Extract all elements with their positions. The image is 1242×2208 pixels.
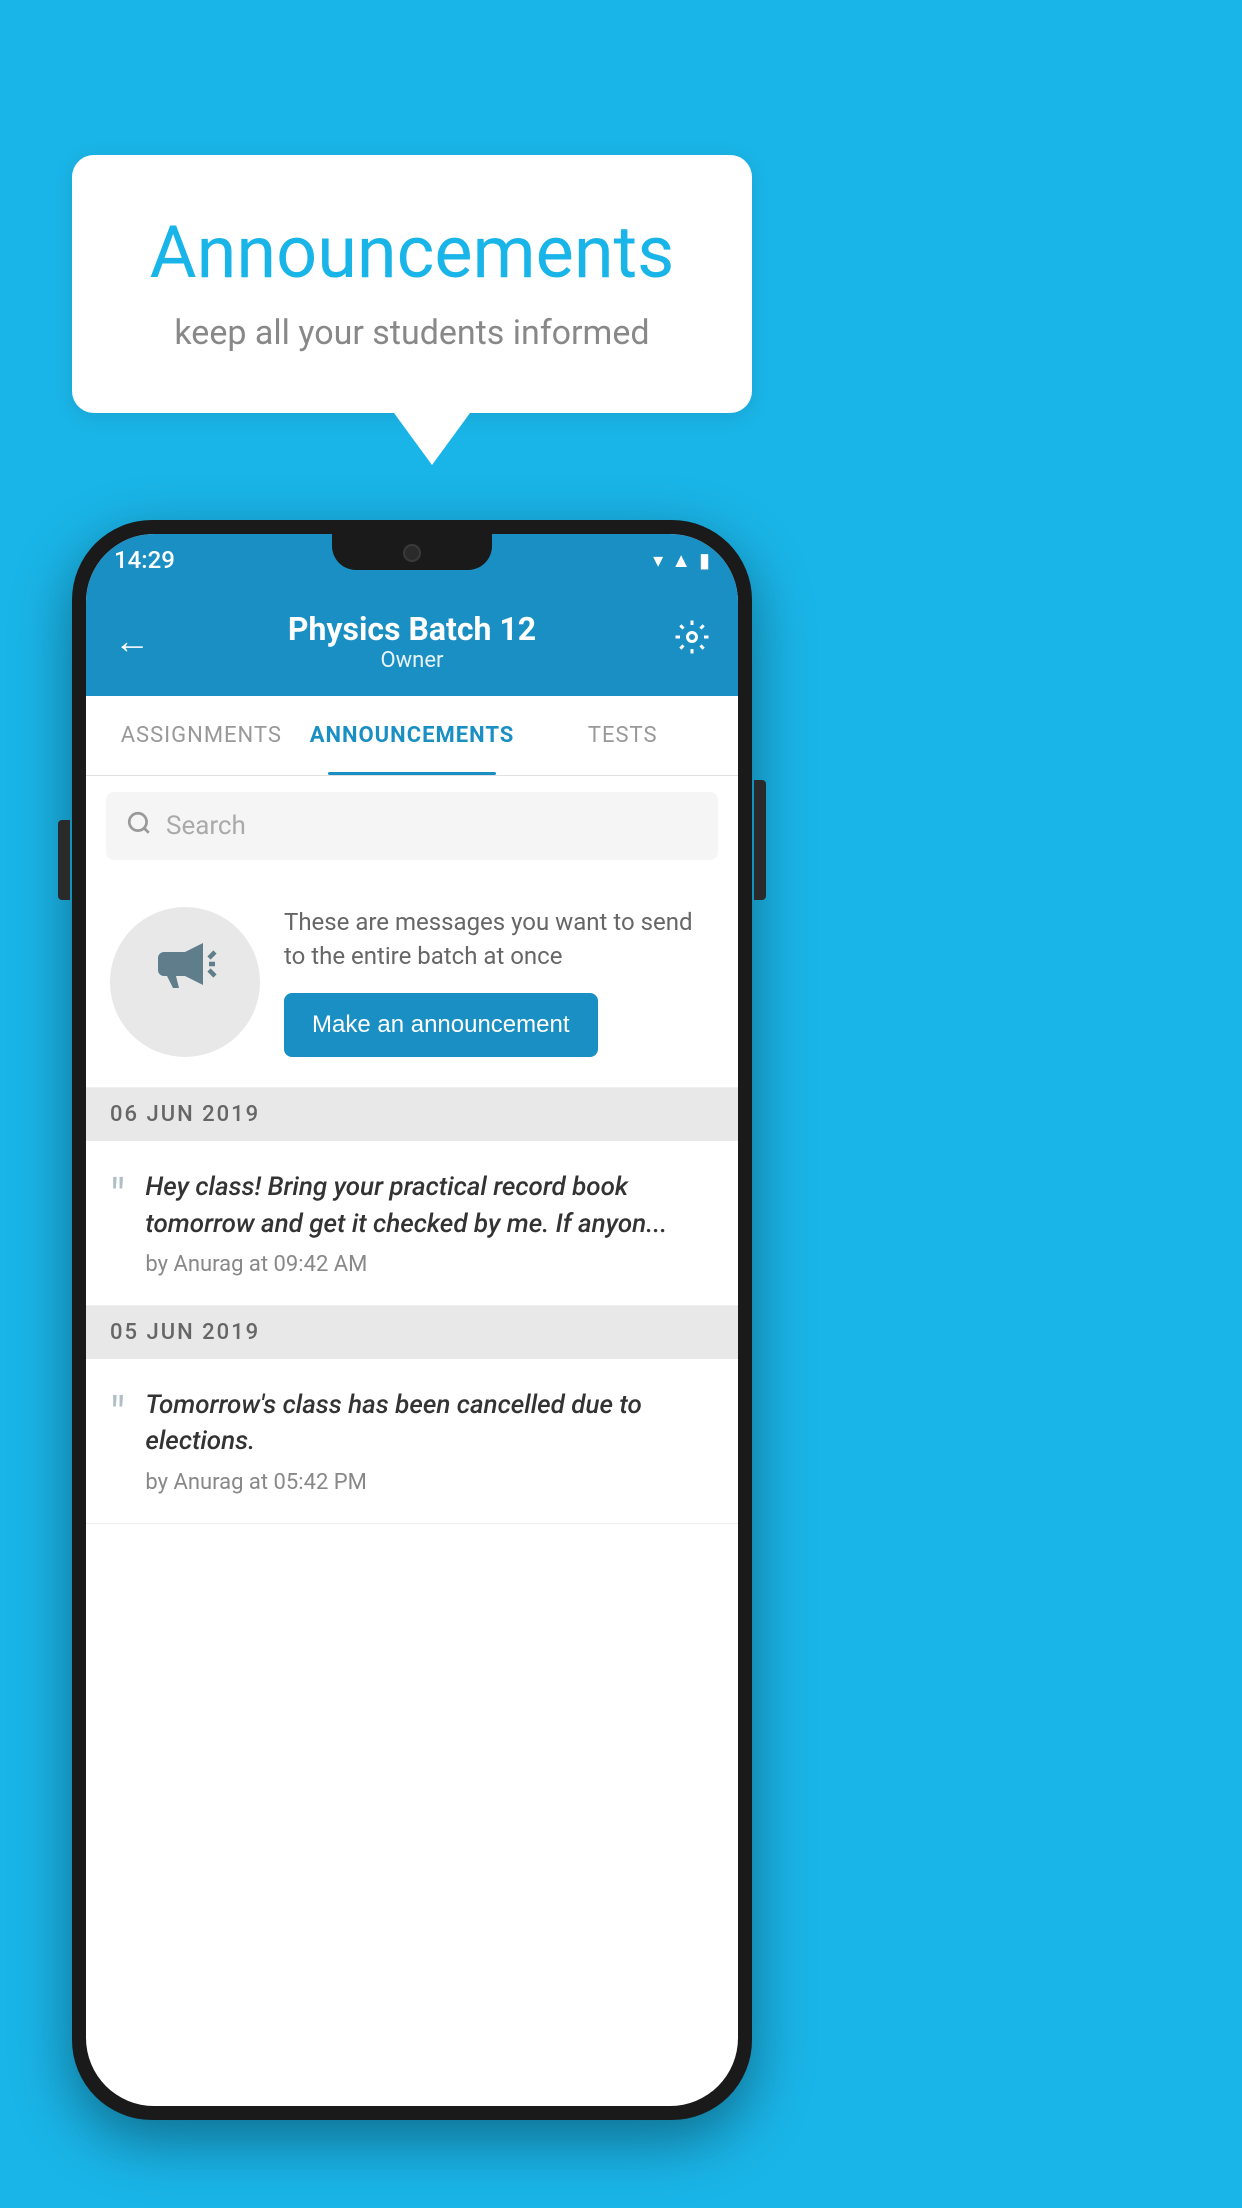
app-bar-title: Physics Batch 12 (150, 610, 674, 648)
status-time: 14:29 (114, 546, 175, 574)
tab-tests[interactable]: TESTS (517, 696, 728, 775)
date-separator-2: 05 JUN 2019 (86, 1306, 738, 1359)
date-separator-1: 06 JUN 2019 (86, 1088, 738, 1141)
tab-announcements[interactable]: ANNOUNCEMENTS (307, 696, 518, 775)
announcement-description: These are messages you want to send to t… (284, 906, 714, 973)
bubble-title: Announcements (132, 210, 692, 295)
battery-icon: ▮ (699, 548, 710, 572)
speech-bubble: Announcements keep all your students inf… (72, 155, 752, 413)
app-bar-subtitle: Owner (150, 648, 674, 673)
announcement-item-1[interactable]: " Hey class! Bring your practical record… (86, 1141, 738, 1306)
signal-icon: ▲ (671, 548, 691, 573)
speech-bubble-tail (394, 413, 470, 465)
announcement-content-1: Hey class! Bring your practical record b… (145, 1169, 714, 1277)
speech-bubble-container: Announcements keep all your students inf… (72, 155, 752, 465)
megaphone-circle (110, 907, 260, 1057)
bubble-subtitle: keep all your students informed (132, 313, 692, 353)
app-bar-title-group: Physics Batch 12 Owner (150, 610, 674, 673)
announcement-item-2[interactable]: " Tomorrow's class has been cancelled du… (86, 1359, 738, 1524)
status-icons: ▾ ▲ ▮ (653, 548, 710, 573)
settings-button[interactable] (674, 619, 710, 663)
megaphone-icon (149, 937, 221, 1027)
quote-icon-2: " (110, 1391, 125, 1439)
announcement-content-2: Tomorrow's class has been cancelled due … (145, 1387, 714, 1495)
announcement-meta-1: by Anurag at 09:42 AM (145, 1252, 714, 1277)
search-icon (126, 810, 152, 843)
back-button[interactable]: ← (114, 620, 150, 662)
tab-assignments[interactable]: ASSIGNMENTS (96, 696, 307, 775)
announcement-meta-2: by Anurag at 05:42 PM (145, 1470, 714, 1495)
wifi-icon: ▾ (653, 548, 663, 572)
announcement-text-1: Hey class! Bring your practical record b… (145, 1169, 714, 1242)
make-announcement-button[interactable]: Make an announcement (284, 993, 598, 1057)
phone-outer: 14:29 ▾ ▲ ▮ ← Physics Batch 12 Owner (72, 520, 752, 2120)
announcement-right: These are messages you want to send to t… (284, 906, 714, 1057)
phone-screen: 14:29 ▾ ▲ ▮ ← Physics Batch 12 Owner (86, 534, 738, 2106)
phone-mockup: 14:29 ▾ ▲ ▮ ← Physics Batch 12 Owner (72, 520, 752, 2120)
search-container: Search (86, 776, 738, 876)
quote-icon-1: " (110, 1173, 125, 1221)
search-placeholder: Search (166, 811, 246, 841)
app-bar: ← Physics Batch 12 Owner (86, 586, 738, 696)
tabs-bar: ASSIGNMENTS ANNOUNCEMENTS TESTS (86, 696, 738, 776)
search-bar[interactable]: Search (106, 792, 718, 860)
announcement-text-2: Tomorrow's class has been cancelled due … (145, 1387, 714, 1460)
phone-notch (332, 534, 492, 570)
camera-notch (403, 544, 421, 562)
announcement-prompt: These are messages you want to send to t… (86, 876, 738, 1088)
